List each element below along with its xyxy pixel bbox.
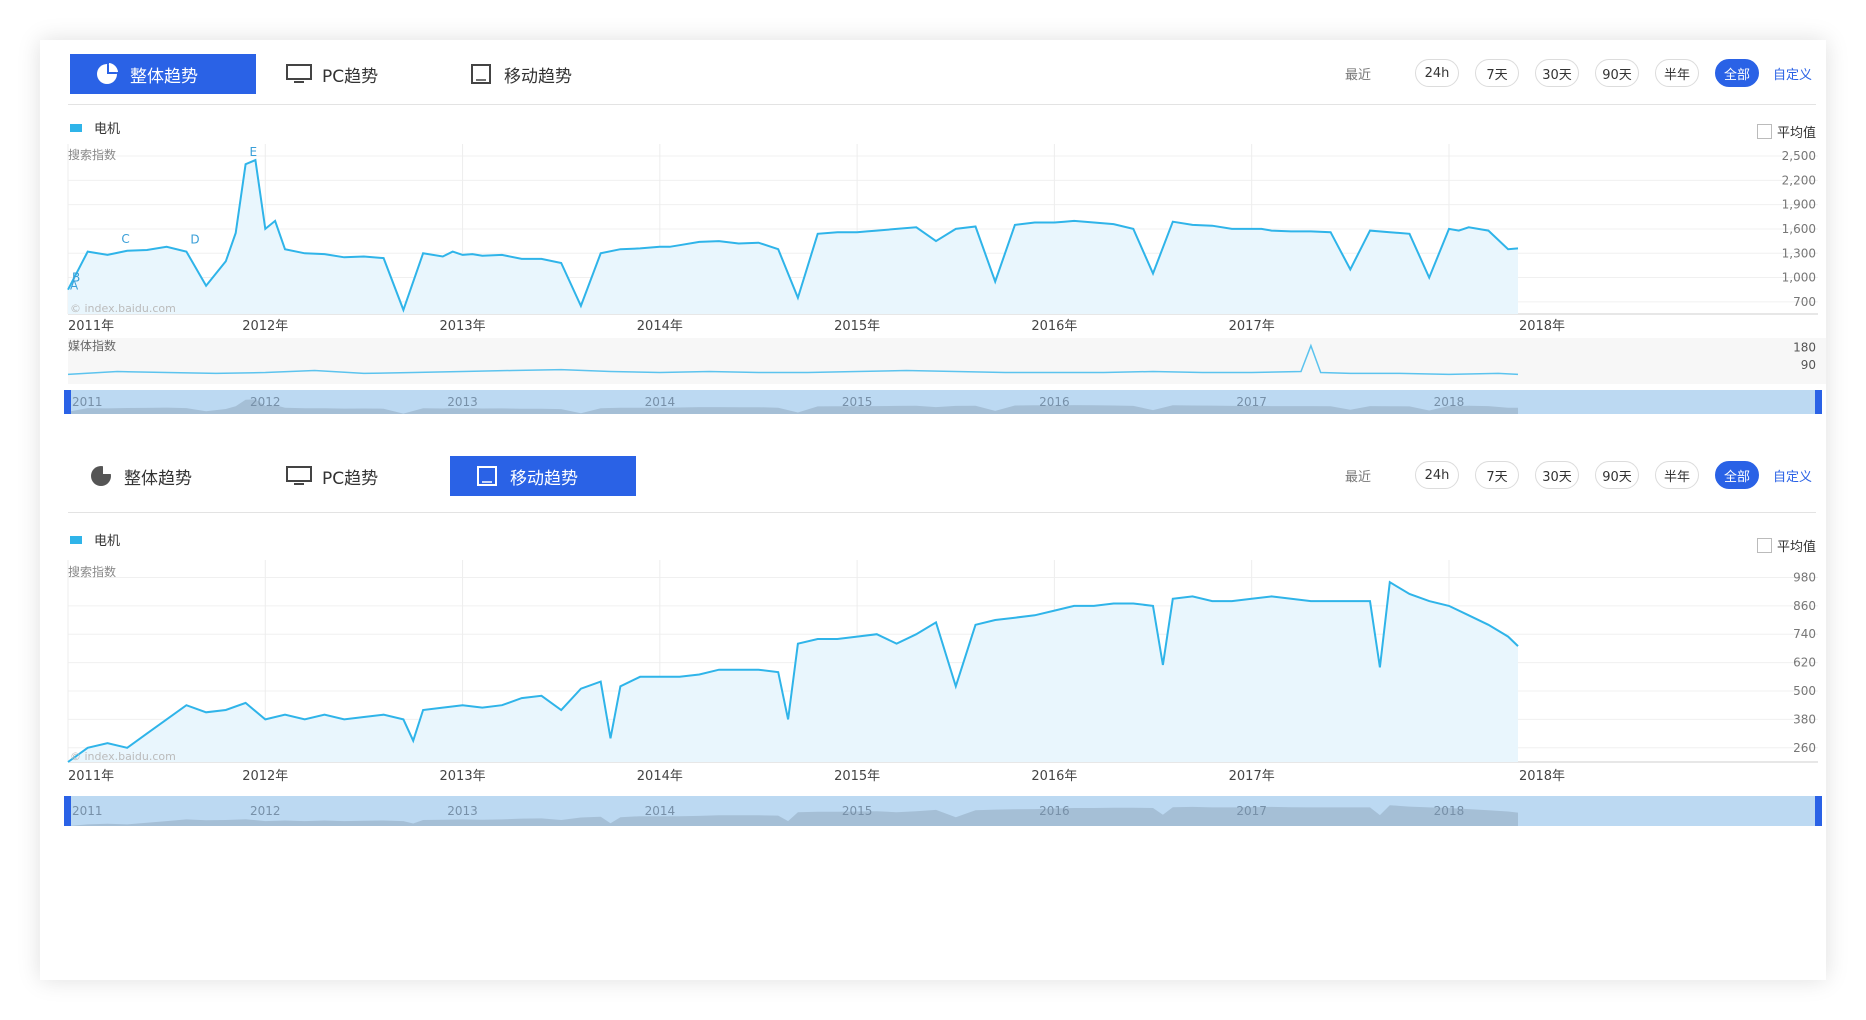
- y-tick-label: 980: [1793, 570, 1816, 584]
- slider-year-label: 2017: [1236, 804, 1267, 818]
- overall-trend-chart: 7001,0001,3001,6001,9002,2002,500 2011年 2…: [64, 144, 1826, 414]
- x-axis-ticks: 2011年 2012年 2013年 2014年 2015年 2016年 2017年 2018年: [68, 319, 1565, 334]
- trend-frame: 整体趋势 PC趋势 移动趋势 最近 24h 7天 30天 90天 半年 全部 自…: [40, 40, 1826, 980]
- slider-year-label: 2013: [447, 395, 478, 409]
- slider-year-label: 2011: [72, 395, 103, 409]
- event-marker[interactable]: E: [250, 145, 258, 159]
- watermark: © index.baidu.com: [70, 302, 176, 315]
- x-tick-label: 2012年: [242, 769, 288, 784]
- x-tick-label: 2017年: [1229, 319, 1275, 334]
- overall-trend-panel: 整体趋势 PC趋势 移动趋势 最近 24h 7天 30天 90天 半年 全部 自…: [40, 40, 1826, 440]
- slider-year-label: 2016: [1039, 395, 1070, 409]
- slider-year-label: 2011: [72, 804, 103, 818]
- watermark: © index.baidu.com: [70, 750, 176, 763]
- y-tick-label: 740: [1793, 627, 1816, 641]
- y-tick-label: 180: [1793, 341, 1816, 355]
- y-tick-label: 380: [1793, 712, 1816, 726]
- x-tick-label: 2016年: [1031, 769, 1077, 784]
- event-marker[interactable]: C: [121, 232, 129, 246]
- y-tick-label: 2,200: [1782, 173, 1816, 187]
- slider-year-label: 2012: [250, 804, 281, 818]
- x-tick-label: 2015年: [834, 769, 880, 784]
- slider-year-label: 2014: [645, 804, 676, 818]
- mobile-trend-panel: 整体趋势 PC趋势 移动趋势 最近 24h 7天 30天 90天 半年 全部 自…: [40, 440, 1826, 980]
- y-tick-label: 500: [1793, 684, 1816, 698]
- y-tick-label: 90: [1801, 358, 1816, 372]
- y-tick-label: 700: [1793, 295, 1816, 309]
- x-tick-label: 2017年: [1229, 769, 1275, 784]
- y-tick-label: 860: [1793, 599, 1816, 613]
- slider-right-handle[interactable]: [1815, 390, 1822, 414]
- slider-year-label: 2012: [250, 395, 281, 409]
- x-axis-ticks: 2011年 2012年 2013年 2014年 2015年 2016年 2017年 2018年: [68, 769, 1565, 784]
- event-marker[interactable]: D: [190, 233, 199, 247]
- slider-year-label: 2018: [1434, 395, 1465, 409]
- slider-year-label: 2015: [842, 395, 873, 409]
- slider-year-label: 2018: [1434, 804, 1465, 818]
- y-tick-label: 260: [1793, 741, 1816, 755]
- y-tick-label: 2,500: [1782, 149, 1816, 163]
- x-tick-label: 2013年: [440, 319, 486, 334]
- y-tick-label: 1,600: [1782, 222, 1816, 236]
- slider-year-label: 2014: [645, 395, 676, 409]
- slider-left-handle[interactable]: [64, 796, 71, 826]
- slider-year-label: 2015: [842, 804, 873, 818]
- x-tick-label: 2014年: [637, 769, 683, 784]
- x-tick-label: 2011年: [68, 319, 114, 334]
- time-range-slider[interactable]: 2011 2012 2013 2014 2015 2016 2017 2018: [64, 390, 1822, 414]
- x-tick-label: 2015年: [834, 319, 880, 334]
- x-tick-label: 2018年: [1519, 319, 1565, 334]
- slider-year-label: 2017: [1236, 395, 1267, 409]
- x-tick-label: 2016年: [1031, 319, 1077, 334]
- y-tick-label: 1,900: [1782, 198, 1816, 212]
- y-axis-ticks: 700 1,000 1,300 1,600 1,900 2,200 2,500: [1782, 149, 1816, 309]
- x-tick-label: 2011年: [68, 769, 114, 784]
- y-axis-ticks: 260 380 500 620 740 860 980: [1793, 570, 1816, 754]
- series-area: [68, 582, 1518, 762]
- slider-left-handle[interactable]: [64, 390, 71, 414]
- time-range-slider[interactable]: 2011 2012 2013 2014 2015 2016 2017 2018: [64, 796, 1822, 826]
- y-tick-label: 1,300: [1782, 246, 1816, 260]
- x-tick-label: 2012年: [242, 319, 288, 334]
- event-marker[interactable]: B: [72, 271, 80, 285]
- x-tick-label: 2014年: [637, 319, 683, 334]
- search-index-axis-label: 搜索指数: [68, 147, 116, 162]
- media-index-axis-label: 媒体指数: [68, 338, 116, 353]
- y-tick-label: 620: [1793, 656, 1816, 670]
- slider-right-handle[interactable]: [1815, 796, 1822, 826]
- search-index-axis-label: 搜索指数: [68, 564, 116, 579]
- x-tick-label: 2018年: [1519, 769, 1565, 784]
- x-tick-label: 2013年: [440, 769, 486, 784]
- slider-year-label: 2013: [447, 804, 478, 818]
- mobile-trend-chart: 260380500620740860980 2011年 2012年 2013年 201…: [64, 560, 1822, 826]
- series-area: [68, 160, 1518, 314]
- slider-year-label: 2016: [1039, 804, 1070, 818]
- media-index-band: [68, 338, 1826, 384]
- y-tick-label: 1,000: [1782, 271, 1816, 285]
